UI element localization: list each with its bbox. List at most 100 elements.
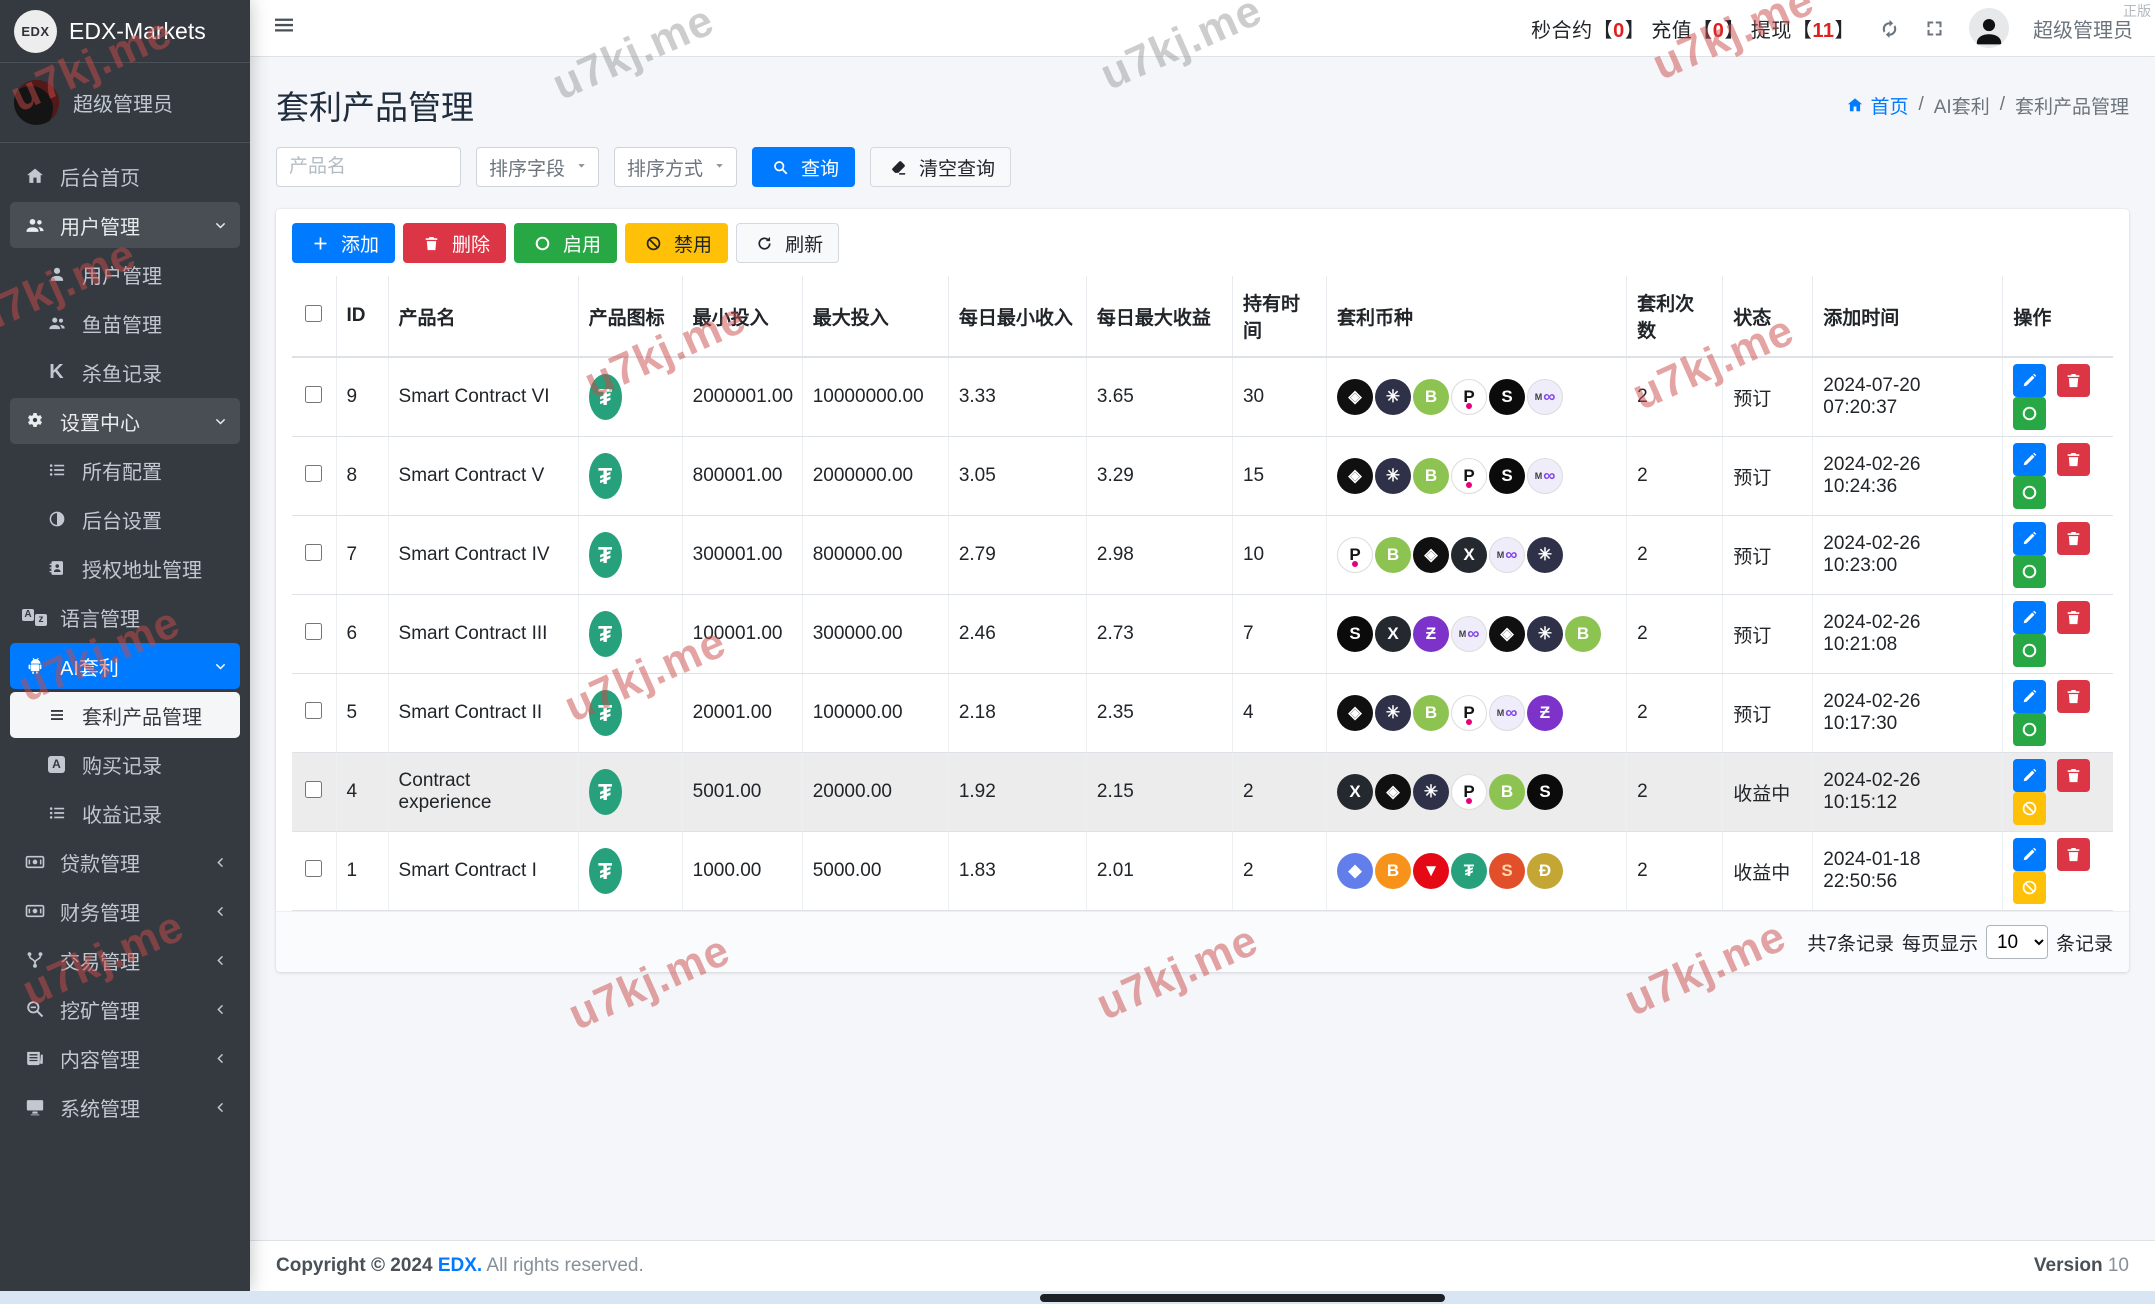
row-enable-button[interactable] bbox=[2013, 634, 2046, 667]
sidebar-item-label: 交易管理 bbox=[60, 946, 140, 975]
sort-order-select[interactable]: 排序方式 bbox=[614, 147, 737, 187]
money-icon bbox=[22, 901, 47, 921]
user-icon bbox=[44, 265, 69, 283]
footer-brand-link[interactable]: EDX. bbox=[438, 1255, 482, 1276]
sidebar-item-mining-mgmt[interactable]: 挖矿管理 bbox=[10, 986, 240, 1032]
row-enable-button[interactable] bbox=[2013, 476, 2046, 509]
sidebar-subitem-arbitrage-product-mgmt[interactable]: 套利产品管理 bbox=[10, 692, 240, 738]
row-delete-button[interactable] bbox=[2057, 759, 2090, 792]
row-checkbox[interactable] bbox=[305, 544, 322, 561]
row-checkbox[interactable] bbox=[305, 386, 322, 403]
sidebar-item-finance-mgmt[interactable]: 财务管理 bbox=[10, 888, 240, 934]
breadcrumb-home[interactable]: 首页 bbox=[1846, 92, 1908, 119]
sidebar-subitem-fry-mgmt[interactable]: 鱼苗管理 bbox=[10, 300, 240, 346]
row-delete-button[interactable] bbox=[2057, 838, 2090, 871]
row-delete-button[interactable] bbox=[2057, 522, 2090, 555]
navbar-username[interactable]: 超级管理员 bbox=[2033, 14, 2133, 43]
select-all-checkbox[interactable] bbox=[305, 305, 322, 322]
coin-atom-icon: ✳ bbox=[1375, 458, 1411, 494]
row-edit-button[interactable] bbox=[2013, 759, 2046, 792]
enable-button[interactable]: 启用 bbox=[514, 223, 617, 263]
coin-usdt-icon: ₮ bbox=[1451, 853, 1487, 889]
refresh-icon[interactable] bbox=[1879, 18, 1900, 39]
sidebar-item-loan-mgmt[interactable]: 贷款管理 bbox=[10, 839, 240, 885]
row-edit-button[interactable] bbox=[2013, 364, 2046, 397]
refresh-button[interactable]: 刷新 bbox=[736, 223, 839, 263]
row-checkbox[interactable] bbox=[305, 860, 322, 877]
row-disable-button[interactable] bbox=[2013, 792, 2046, 825]
sidebar-subitem-label: 套利产品管理 bbox=[82, 701, 202, 730]
sidebar-subitem-purchase-records[interactable]: 购买记录 bbox=[10, 741, 240, 787]
row-delete-button[interactable] bbox=[2057, 443, 2090, 476]
hamburger-menu-icon[interactable] bbox=[272, 13, 296, 43]
row-enable-button[interactable] bbox=[2013, 397, 2046, 430]
sort-field-select[interactable]: 排序字段 bbox=[476, 147, 599, 187]
cell-coins: SXƵM∞◈✳B bbox=[1327, 595, 1627, 674]
sidebar-subitem-user-list[interactable]: 用户管理 bbox=[10, 251, 240, 297]
row-edit-button[interactable] bbox=[2013, 601, 2046, 634]
column-header: 添加时间 bbox=[1813, 276, 2003, 357]
fullscreen-icon[interactable] bbox=[1924, 18, 1945, 39]
sidebar-subitem-backend-settings[interactable]: 后台设置 bbox=[10, 496, 240, 542]
cell-product-name: Smart Contract V bbox=[388, 437, 578, 516]
cell-actions bbox=[2003, 674, 2113, 753]
row-enable-button[interactable] bbox=[2013, 713, 2046, 746]
row-checkbox[interactable] bbox=[305, 781, 322, 798]
row-delete-button[interactable] bbox=[2057, 601, 2090, 634]
row-delete-button[interactable] bbox=[2057, 364, 2090, 397]
delete-button[interactable]: 删除 bbox=[403, 223, 506, 263]
cell-status: 预订 bbox=[1723, 595, 1813, 674]
per-page-label: 每页显示 bbox=[1902, 929, 1978, 956]
sidebar-subitem-label: 所有配置 bbox=[82, 456, 162, 485]
sidebar-subitem-auth-address-mgmt[interactable]: 授权地址管理 bbox=[10, 545, 240, 591]
per-page-select[interactable]: 10 bbox=[1986, 925, 2048, 959]
row-edit-button[interactable] bbox=[2013, 522, 2046, 555]
footer: Copyright © 2024 EDX. All rights reserve… bbox=[250, 1240, 2155, 1291]
sidebar-subitem-label: 收益记录 bbox=[82, 799, 162, 828]
row-edit-button[interactable] bbox=[2013, 443, 2046, 476]
sidebar-subitem-profit-records[interactable]: 收益记录 bbox=[10, 790, 240, 836]
breadcrumb-ai-arbitrage[interactable]: AI套利 bbox=[1934, 92, 1990, 119]
user-avatar[interactable] bbox=[1969, 8, 2009, 48]
sidebar-item-user-mgmt[interactable]: 用户管理 bbox=[10, 202, 240, 248]
sidebar-item-content-mgmt[interactable]: 内容管理 bbox=[10, 1035, 240, 1081]
row-checkbox[interactable] bbox=[305, 623, 322, 640]
sidebar-subitem-label: 杀鱼记录 bbox=[82, 358, 162, 387]
cell-hold-time: 15 bbox=[1232, 437, 1326, 516]
sidebar-item-system-mgmt[interactable]: 系统管理 bbox=[10, 1084, 240, 1130]
trash-icon bbox=[419, 235, 444, 252]
stat-withdraw[interactable]: 提现【11】 bbox=[1751, 20, 1855, 42]
disable-button[interactable]: 禁用 bbox=[625, 223, 728, 263]
sidebar-item-ai-arbitrage[interactable]: AI套利 bbox=[10, 643, 240, 689]
add-button[interactable]: 添加 bbox=[292, 223, 395, 263]
sidebar-item-trade-mgmt[interactable]: 交易管理 bbox=[10, 937, 240, 983]
sidebar-item-label: 内容管理 bbox=[60, 1044, 140, 1073]
sidebar-subitem-label: 后台设置 bbox=[82, 505, 162, 534]
row-edit-button[interactable] bbox=[2013, 838, 2046, 871]
row-disable-button[interactable] bbox=[2013, 871, 2046, 904]
stat-deposit[interactable]: 充值【0】 bbox=[1651, 20, 1745, 42]
row-checkbox[interactable] bbox=[305, 465, 322, 482]
sidebar-subitem-kill-records[interactable]: K杀鱼记录 bbox=[10, 349, 240, 395]
cell-id: 6 bbox=[336, 595, 388, 674]
clear-search-button[interactable]: 清空查询 bbox=[870, 147, 1011, 187]
column-header: 每日最小收入 bbox=[948, 276, 1086, 357]
product-name-input[interactable] bbox=[276, 147, 461, 187]
sidebar-item-dashboard[interactable]: 后台首页 bbox=[10, 153, 240, 199]
sidebar-user-panel[interactable]: 超级管理员 bbox=[0, 63, 250, 143]
ban-icon bbox=[641, 235, 666, 252]
row-delete-button[interactable] bbox=[2057, 680, 2090, 713]
row-enable-button[interactable] bbox=[2013, 555, 2046, 588]
search-button[interactable]: 查询 bbox=[752, 147, 855, 187]
sidebar-item-language-mgmt[interactable]: Az语言管理 bbox=[10, 594, 240, 640]
toolbar: 添加 删除 启用 禁用 刷新 bbox=[292, 223, 2113, 263]
coin-atom-icon: ✳ bbox=[1375, 695, 1411, 731]
stat-seconds-contract[interactable]: 秒合约【0】 bbox=[1531, 20, 1645, 42]
cell-min-invest: 100001.00 bbox=[682, 595, 802, 674]
row-checkbox[interactable] bbox=[305, 702, 322, 719]
sidebar-item-settings-center[interactable]: 设置中心 bbox=[10, 398, 240, 444]
brand[interactable]: EDX EDX-Markets bbox=[0, 0, 250, 63]
row-edit-button[interactable] bbox=[2013, 680, 2046, 713]
sidebar-subitem-all-config[interactable]: 所有配置 bbox=[10, 447, 240, 493]
cell-product-name: Contract experience bbox=[388, 753, 578, 832]
